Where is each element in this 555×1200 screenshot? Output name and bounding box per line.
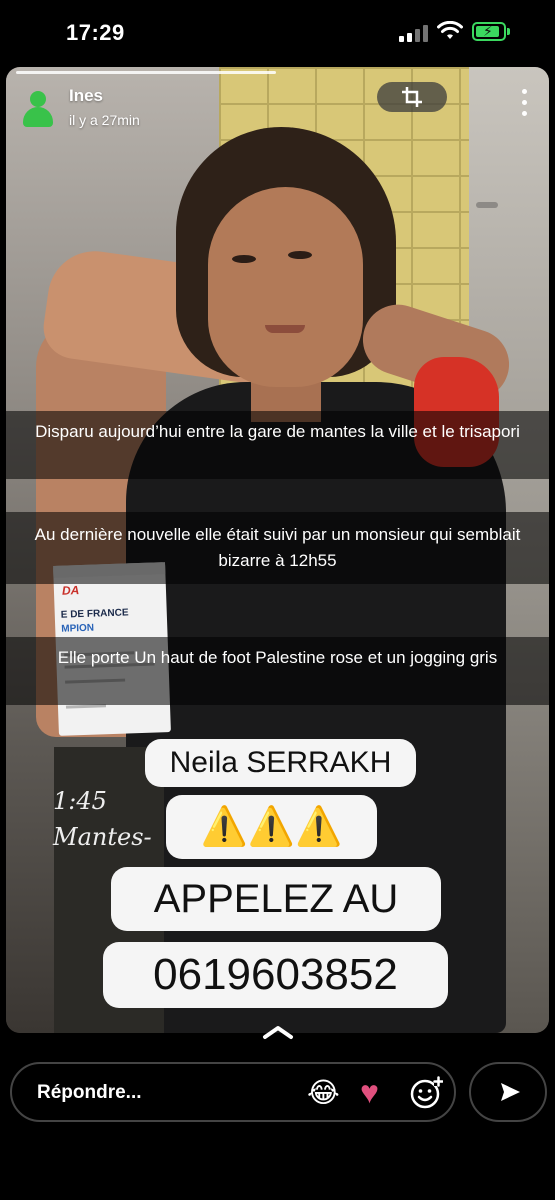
crop-icon (402, 87, 422, 107)
caption-bar: Au dernière nouvelle elle était suivi pa… (6, 512, 549, 584)
reply-placeholder: Répondre... (37, 1082, 142, 1103)
wifi-icon (437, 21, 463, 39)
reply-field[interactable]: Répondre... 😂 ♥ (10, 1062, 456, 1122)
heart-icon[interactable]: ♥ (360, 1074, 379, 1111)
phone-number-sticker: 0619603852 (103, 942, 448, 1008)
author-avatar[interactable] (22, 91, 53, 127)
more-options-icon[interactable] (521, 89, 529, 119)
certificate-subtitle: MPION (61, 622, 95, 635)
call-sticker: APPELEZ AU (111, 867, 441, 931)
send-button[interactable] (469, 1062, 547, 1122)
name-sticker: Neila SERRAKH (145, 739, 416, 787)
handwritten-note: 1:45 (53, 787, 107, 815)
laughing-emoji-icon[interactable]: 😂 (307, 1076, 340, 1109)
send-icon (501, 1083, 520, 1101)
story-view[interactable]: DA E DE FRANCE MPION 1:45 Mantes- Ines i… (6, 67, 549, 1033)
story-progress-bar (16, 71, 276, 74)
battery-cap (507, 28, 510, 35)
warning-sticker: ⚠️⚠️⚠️ (166, 795, 377, 859)
battery-charging-icon: ⚡ (472, 22, 506, 41)
certificate-logo: DA (61, 583, 80, 598)
caption-bar: Disparu aujourd’hui entre la gare de man… (6, 411, 549, 479)
add-reaction-icon[interactable] (409, 1076, 443, 1110)
caption-bar: Elle porte Un haut de foot Palestine ros… (6, 637, 549, 705)
chevron-up-icon[interactable] (262, 1024, 294, 1040)
author-name[interactable]: Ines (69, 86, 103, 106)
story-timestamp: il y a 27min (69, 112, 140, 128)
clock: 17:29 (66, 20, 125, 45)
status-bar: 17:29 ⚡ (0, 0, 555, 66)
cellular-signal-icon (399, 24, 429, 42)
certificate-title: E DE FRANCE (60, 607, 129, 621)
crop-button[interactable] (377, 82, 447, 112)
handwritten-note: Mantes- (53, 823, 152, 851)
